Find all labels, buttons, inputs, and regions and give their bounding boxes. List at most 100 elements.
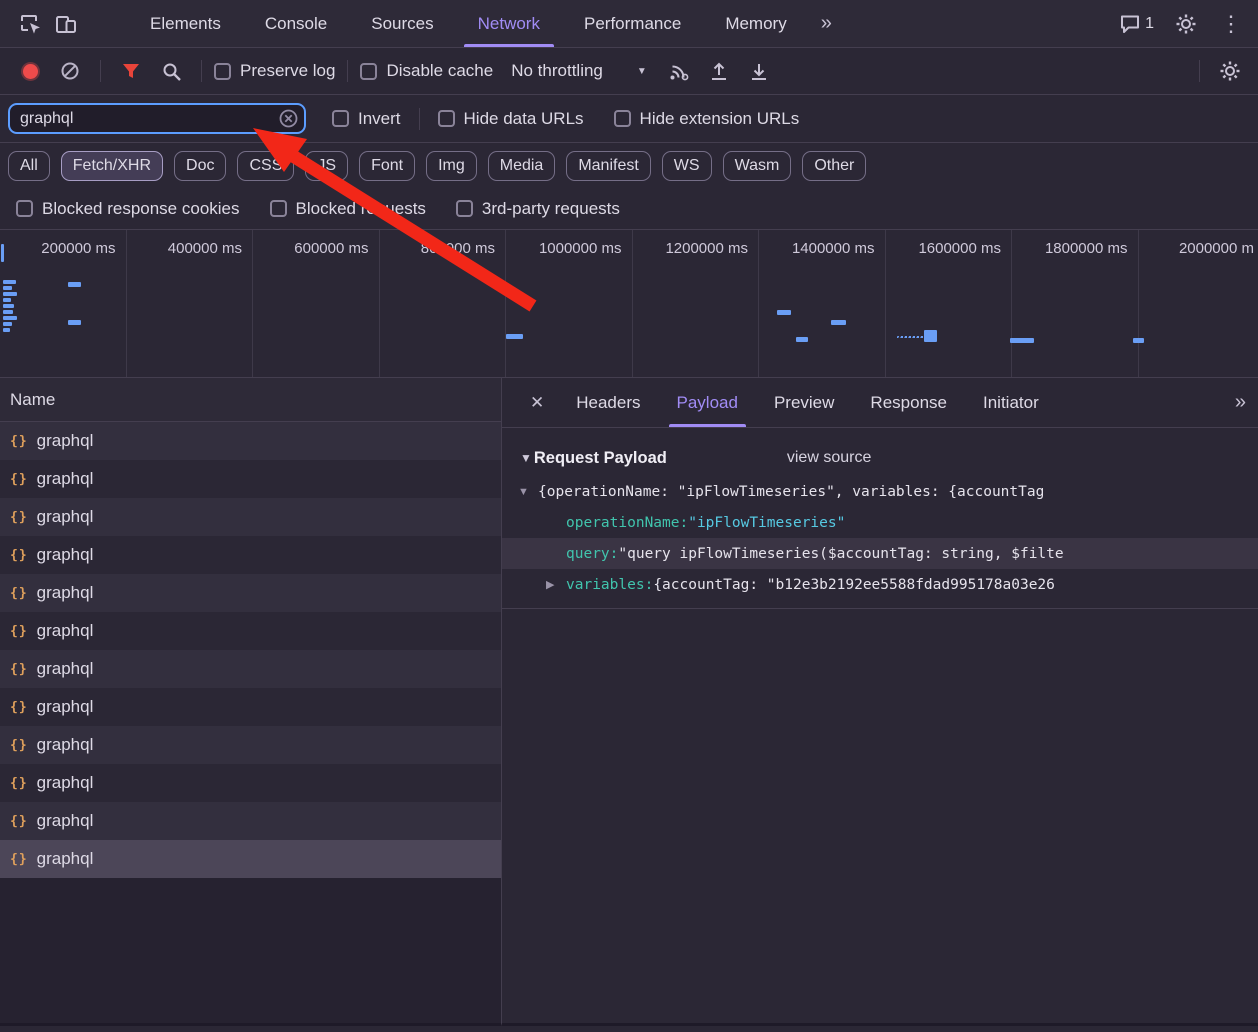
filter-chip-doc[interactable]: Doc <box>174 150 227 181</box>
tab-memory[interactable]: Memory <box>703 0 808 47</box>
export-har-icon[interactable] <box>741 54 777 88</box>
table-row[interactable]: {} graphql <box>0 840 501 878</box>
tab-network[interactable]: Network <box>456 0 562 47</box>
clear-filter-icon[interactable] <box>279 109 298 128</box>
settings-gear-icon[interactable] <box>1168 7 1204 41</box>
tab-console[interactable]: Console <box>243 0 349 47</box>
name-column-header[interactable]: Name <box>0 378 501 422</box>
waterfall-bar[interactable] <box>796 337 808 342</box>
network-overview-timeline[interactable]: 200000 ms 400000 ms 600000 ms 800000 ms 1000… <box>0 230 1258 378</box>
throttling-select[interactable]: No throttling ▼ <box>511 61 647 81</box>
checkbox-blocked-requests[interactable]: Blocked requests <box>269 199 426 219</box>
checkbox-box[interactable] <box>16 200 33 217</box>
payload-tree-row[interactable]: ▶ variables: {accountTag: "b12e3b2192ee55… <box>502 569 1258 600</box>
table-row[interactable]: {} graphql <box>0 498 501 536</box>
disclosure-down-icon[interactable]: ▼ <box>520 451 532 465</box>
tab-preview[interactable]: Preview <box>756 378 852 427</box>
more-tabs-icon[interactable]: » <box>809 12 844 35</box>
waterfall-bar[interactable] <box>777 310 791 315</box>
close-icon[interactable]: ✕ <box>516 393 558 413</box>
checkbox-3rd-party-requests[interactable]: 3rd-party requests <box>455 199 620 219</box>
table-row[interactable]: {} graphql <box>0 802 501 840</box>
filter-chip-ws[interactable]: WS <box>661 150 712 181</box>
waterfall-bar[interactable] <box>831 320 846 325</box>
inspect-icon[interactable] <box>12 7 48 41</box>
waterfall-bar[interactable] <box>3 328 10 332</box>
filter-input-container[interactable] <box>8 103 306 134</box>
checkbox-blocked-response-cookies[interactable]: Blocked response cookies <box>16 199 240 219</box>
waterfall-bar[interactable] <box>1 244 4 262</box>
filter-funnel-icon[interactable] <box>113 54 149 88</box>
waterfall-bar[interactable] <box>3 322 12 326</box>
table-row[interactable]: {} graphql <box>0 612 501 650</box>
tab-performance[interactable]: Performance <box>562 0 703 47</box>
waterfall-bar[interactable] <box>924 330 937 342</box>
device-toolbar-icon[interactable] <box>48 7 84 41</box>
waterfall-bar[interactable] <box>68 282 81 287</box>
filter-chip-manifest[interactable]: Manifest <box>566 150 651 181</box>
waterfall-bar[interactable] <box>68 320 81 325</box>
table-row[interactable]: {} graphql <box>0 574 501 612</box>
network-settings-gear-icon[interactable] <box>1212 54 1248 88</box>
checkbox-box[interactable] <box>332 110 349 127</box>
search-icon[interactable] <box>153 54 189 88</box>
hide-extension-urls-checkbox[interactable]: Hide extension URLs <box>613 109 799 129</box>
waterfall-bar[interactable] <box>1010 338 1034 343</box>
checkbox-box[interactable] <box>269 200 287 217</box>
waterfall-bar[interactable] <box>3 310 13 314</box>
filter-chip-js[interactable]: JS <box>305 150 349 181</box>
waterfall-bar[interactable] <box>1133 338 1144 343</box>
more-detail-tabs-icon[interactable]: » <box>1223 391 1258 414</box>
table-row[interactable]: {} graphql <box>0 536 501 574</box>
tab-payload[interactable]: Payload <box>659 378 756 427</box>
filter-chip-fetch-xhr[interactable]: Fetch/XHR <box>60 150 164 181</box>
waterfall-bar[interactable] <box>506 334 523 339</box>
filter-chip-all[interactable]: All <box>8 150 50 181</box>
checkbox-box[interactable] <box>455 200 473 217</box>
disclosure-right-icon[interactable]: ▶ <box>546 578 566 591</box>
tab-sources[interactable]: Sources <box>349 0 455 47</box>
waterfall-bar[interactable] <box>3 316 17 320</box>
filter-chip-media[interactable]: Media <box>487 150 556 181</box>
waterfall-bar[interactable] <box>3 304 14 308</box>
filter-chip-other[interactable]: Other <box>802 150 867 181</box>
waterfall-bar[interactable] <box>897 336 927 339</box>
hide-data-urls-checkbox[interactable]: Hide data URLs <box>437 109 584 129</box>
checkbox-box[interactable] <box>437 110 455 127</box>
import-har-icon[interactable] <box>701 54 737 88</box>
payload-tree-row[interactable]: ▼ {operationName: "ipFlowTimeseries", var… <box>502 476 1258 507</box>
table-row[interactable]: {} graphql <box>0 460 501 498</box>
table-row[interactable]: {} graphql <box>0 650 501 688</box>
waterfall-bar[interactable] <box>3 280 16 284</box>
checkbox-box[interactable] <box>214 62 231 80</box>
payload-tree-row[interactable]: query: "query ipFlowTimeseries($accountT… <box>502 538 1258 569</box>
tab-response[interactable]: Response <box>852 378 965 427</box>
filter-chip-css[interactable]: CSS <box>237 150 295 181</box>
checkbox-box[interactable] <box>613 110 631 127</box>
tab-headers[interactable]: Headers <box>558 378 658 427</box>
clear-button[interactable] <box>52 54 88 88</box>
disable-cache-checkbox[interactable]: Disable cache <box>360 61 493 81</box>
checkbox-box[interactable] <box>360 62 378 80</box>
filter-input[interactable] <box>8 103 306 134</box>
network-conditions-icon[interactable] <box>661 54 697 88</box>
preserve-log-checkbox[interactable]: Preserve log <box>214 61 335 81</box>
invert-checkbox[interactable]: Invert <box>332 109 401 129</box>
table-row[interactable]: {} graphql <box>0 422 501 460</box>
view-source-link[interactable]: view source <box>787 449 871 467</box>
filter-chip-wasm[interactable]: Wasm <box>722 150 792 181</box>
filter-chip-font[interactable]: Font <box>359 150 416 181</box>
tab-initiator[interactable]: Initiator <box>965 378 1057 427</box>
tab-elements[interactable]: Elements <box>128 0 243 47</box>
table-row[interactable]: {} graphql <box>0 688 501 726</box>
record-button[interactable] <box>12 54 48 88</box>
disclosure-down-icon[interactable]: ▼ <box>518 486 538 498</box>
console-drawer-button[interactable]: 1 <box>1119 13 1154 35</box>
waterfall-bar[interactable] <box>3 292 17 296</box>
payload-tree-row[interactable]: operationName: "ipFlowTimeseries" <box>502 507 1258 538</box>
table-row[interactable]: {} graphql <box>0 726 501 764</box>
table-row[interactable]: {} graphql <box>0 764 501 802</box>
menu-dots-icon[interactable]: ⋮ <box>1204 11 1258 37</box>
waterfall-bar[interactable] <box>3 298 11 302</box>
filter-chip-img[interactable]: Img <box>426 150 477 181</box>
